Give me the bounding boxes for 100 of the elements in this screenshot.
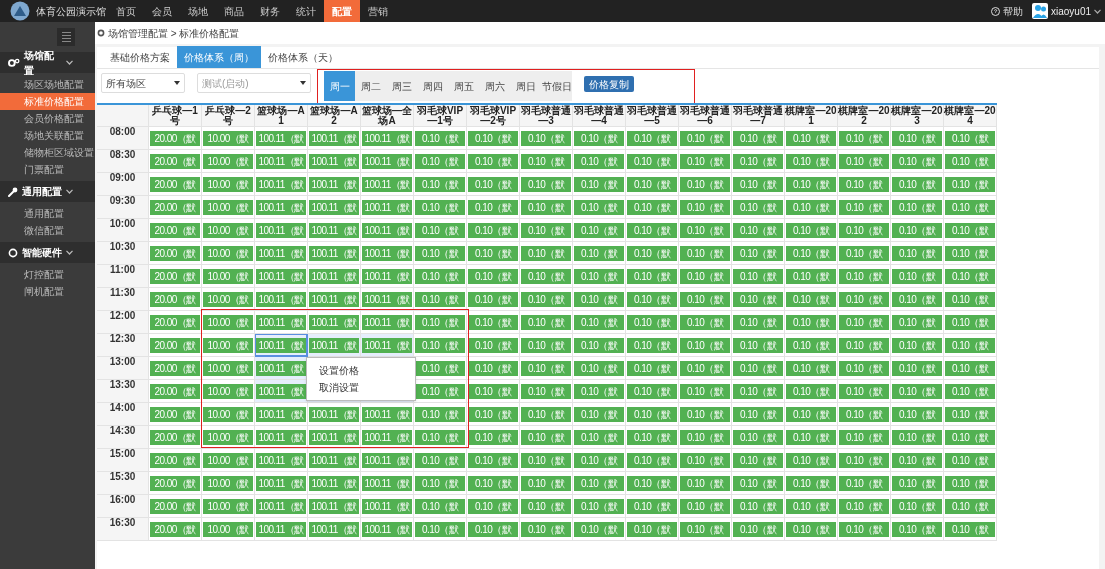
price-cell[interactable]: 100.11（默 [256,475,306,491]
user-menu[interactable]: xiaoyu01 [1050,3,1091,19]
price-cell[interactable]: 100.11（默 [256,245,306,261]
price-cell[interactable]: 0.10（默 [521,498,571,514]
price-cell[interactable]: 0.10（默 [415,521,465,537]
price-cell[interactable]: 20.00（默 [150,475,200,491]
price-cell[interactable]: 10.00（默 [203,383,253,399]
price-cell[interactable]: 10.00（默 [203,176,253,192]
price-cell[interactable]: 0.10（默 [892,475,942,491]
price-cell[interactable]: 100.11（默 [256,452,306,468]
price-cell[interactable]: 0.10（默 [468,498,518,514]
price-cell[interactable]: 100.11（默 [362,314,412,330]
price-cell[interactable]: 0.10（默 [415,475,465,491]
price-cell[interactable]: 100.11（默 [309,268,359,284]
price-cell[interactable]: 0.10（默 [521,337,571,353]
price-cell[interactable]: 0.10（默 [680,337,730,353]
price-cell[interactable]: 0.10（默 [945,360,995,376]
price-cell[interactable]: 0.10（默 [680,406,730,422]
price-cell[interactable]: 10.00（默 [203,452,253,468]
price-cell[interactable]: 0.10（默 [415,291,465,307]
price-cell[interactable]: 0.10（默 [521,130,571,146]
price-cell[interactable]: 0.10（默 [733,360,783,376]
price-cell[interactable]: 100.11（默 [256,222,306,238]
price-cell[interactable]: 0.10（默 [415,498,465,514]
price-cell[interactable]: 0.10（默 [680,245,730,261]
price-cell[interactable]: 0.10（默 [521,314,571,330]
price-cell[interactable]: 0.10（默 [892,268,942,284]
price-cell[interactable]: 0.10（默 [733,521,783,537]
price-cell[interactable]: 100.11（默 [309,429,359,445]
price-cell[interactable]: 20.00（默 [150,360,200,376]
price-cell[interactable]: 100.11（默 [256,314,306,330]
day-tab[interactable]: 周五 [448,71,479,101]
day-tab[interactable]: 节假日 [541,71,572,101]
price-cell[interactable]: 0.10（默 [521,153,571,169]
price-cell[interactable]: 0.10（默 [733,475,783,491]
price-cell[interactable]: 0.10（默 [839,176,889,192]
price-cell[interactable]: 0.10（默 [839,337,889,353]
price-cell[interactable]: 0.10（默 [786,176,836,192]
price-cell[interactable]: 100.11（默 [309,314,359,330]
price-cell[interactable]: 0.10（默 [468,475,518,491]
price-cell[interactable]: 0.10（默 [468,245,518,261]
price-cell[interactable]: 0.10（默 [945,130,995,146]
price-cell[interactable]: 0.10（默 [468,291,518,307]
price-cell[interactable]: 100.11（默 [362,521,412,537]
context-menu-item[interactable]: 设置价格 [307,362,415,379]
price-cell[interactable]: 100.11（默 [362,222,412,238]
price-cell[interactable]: 0.10（默 [892,452,942,468]
price-cell[interactable]: 0.10（默 [574,314,624,330]
price-cell[interactable]: 0.10（默 [415,130,465,146]
price-cell[interactable]: 0.10（默 [627,314,677,330]
price-cell[interactable]: 20.00（默 [150,498,200,514]
day-tab[interactable]: 周二 [355,71,386,101]
price-cell[interactable]: 0.10（默 [786,199,836,215]
price-cell[interactable]: 0.10（默 [733,222,783,238]
price-cell[interactable]: 0.10（默 [733,452,783,468]
price-cell[interactable]: 0.10（默 [521,383,571,399]
price-cell[interactable]: 0.10（默 [521,406,571,422]
price-cell[interactable]: 0.10（默 [945,199,995,215]
price-cell[interactable]: 0.10（默 [627,337,677,353]
price-cell[interactable]: 100.11（默 [362,245,412,261]
price-cell[interactable]: 0.10（默 [627,429,677,445]
price-cell[interactable]: 100.11（默 [256,406,306,422]
price-cell[interactable]: 100.11（默 [256,521,306,537]
price-cell[interactable]: 0.10（默 [786,383,836,399]
price-cell[interactable]: 100.11（默 [256,153,306,169]
price-cell[interactable]: 0.10（默 [892,291,942,307]
price-cell[interactable]: 0.10（默 [892,314,942,330]
price-cell[interactable]: 100.11（默 [309,245,359,261]
price-cell[interactable]: 20.00（默 [150,268,200,284]
price-cell[interactable]: 20.00（默 [150,406,200,422]
day-tab[interactable]: 周日 [510,71,541,101]
price-cell[interactable]: 0.10（默 [945,475,995,491]
day-tab[interactable]: 周六 [479,71,510,101]
price-cell[interactable]: 0.10（默 [892,498,942,514]
price-cell[interactable]: 0.10（默 [733,153,783,169]
price-cell[interactable]: 100.11（默 [256,291,306,307]
price-cell[interactable]: 0.10（默 [627,130,677,146]
price-cell[interactable]: 0.10（默 [574,291,624,307]
price-cell[interactable]: 0.10（默 [839,199,889,215]
price-cell[interactable]: 0.10（默 [733,383,783,399]
price-cell[interactable]: 0.10（默 [733,291,783,307]
price-cell[interactable]: 100.11（默 [256,498,306,514]
price-cell[interactable]: 10.00（默 [203,314,253,330]
sidebar-group-header[interactable]: 通用配置 [0,181,95,202]
sidebar-item[interactable]: 场地关联配置 [0,127,95,144]
sidebar-item[interactable]: 通用配置 [0,205,95,222]
day-tab[interactable]: 周三 [386,71,417,101]
price-cell[interactable]: 0.10（默 [892,176,942,192]
price-cell[interactable]: 0.10（默 [574,130,624,146]
price-cell[interactable]: 10.00（默 [203,291,253,307]
price-cell[interactable]: 0.10（默 [574,360,624,376]
price-cell[interactable]: 0.10（默 [733,199,783,215]
price-cell[interactable]: 0.10（默 [945,383,995,399]
price-cell[interactable]: 0.10（默 [415,452,465,468]
price-cell[interactable]: 10.00（默 [203,521,253,537]
price-cell[interactable]: 0.10（默 [521,199,571,215]
price-cell[interactable]: 0.10（默 [574,176,624,192]
price-cell[interactable]: 0.10（默 [574,383,624,399]
price-cell[interactable]: 0.10（默 [627,383,677,399]
price-cell[interactable]: 0.10（默 [574,222,624,238]
